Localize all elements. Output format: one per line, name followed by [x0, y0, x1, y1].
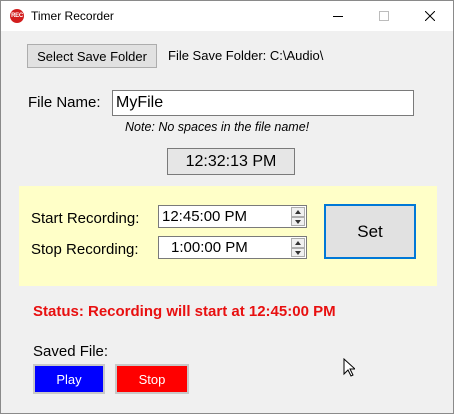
set-button[interactable]: Set [324, 204, 416, 259]
stop-time-down-button[interactable] [291, 247, 305, 257]
rec-app-icon: REC [10, 9, 24, 23]
arrow-up-icon [295, 210, 301, 214]
stop-recording-label: Stop Recording: [31, 241, 139, 258]
play-button[interactable]: Play [33, 364, 105, 394]
title-bar[interactable]: REC Timer Recorder [1, 1, 453, 31]
mouse-cursor-icon [343, 358, 355, 377]
arrow-down-icon [295, 219, 301, 224]
stop-time-spinner[interactable] [291, 238, 305, 257]
maximize-button[interactable] [361, 1, 407, 31]
minimize-button[interactable] [315, 1, 361, 31]
close-icon [425, 11, 435, 21]
status-message: Status: Recording will start at 12:45:00… [33, 303, 336, 320]
start-time-spinner[interactable] [291, 207, 305, 226]
arrow-up-icon [295, 241, 301, 245]
maximize-icon [379, 11, 389, 21]
file-name-label: File Name: [28, 94, 101, 111]
window-body: Select Save Folder File Save Folder: C:\… [1, 31, 453, 413]
stop-button-label: Stop [117, 366, 187, 392]
stop-time-picker[interactable]: 1:00:00 PM [158, 236, 307, 259]
start-time-value: 12:45:00 PM [162, 208, 248, 225]
arrow-down-icon [295, 250, 301, 255]
schedule-panel: Start Recording: 12:45:00 PM Stop Record… [19, 186, 437, 286]
saved-file-label: Saved File: [33, 343, 109, 360]
select-save-folder-button[interactable]: Select Save Folder [27, 44, 157, 68]
start-time-up-button[interactable] [291, 207, 305, 217]
stop-time-up-button[interactable] [291, 238, 305, 248]
start-recording-label: Start Recording: [31, 210, 140, 227]
stop-button[interactable]: Stop [115, 364, 189, 394]
file-name-note: Note: No spaces in the file name! [125, 120, 310, 134]
start-time-picker[interactable]: 12:45:00 PM [158, 205, 307, 228]
current-time-display: 12:32:13 PM [167, 148, 295, 175]
window-title: Timer Recorder [31, 9, 114, 23]
file-name-input[interactable]: MyFile [112, 90, 414, 116]
save-folder-path: File Save Folder: C:\Audio\ [168, 48, 324, 63]
stop-time-value: 1:00:00 PM [171, 239, 248, 256]
minimize-icon [333, 16, 343, 17]
start-time-down-button[interactable] [291, 216, 305, 226]
timer-recorder-window: REC Timer Recorder Select Save Folder Fi… [0, 0, 454, 414]
play-button-label: Play [35, 366, 103, 392]
close-button[interactable] [407, 1, 453, 31]
